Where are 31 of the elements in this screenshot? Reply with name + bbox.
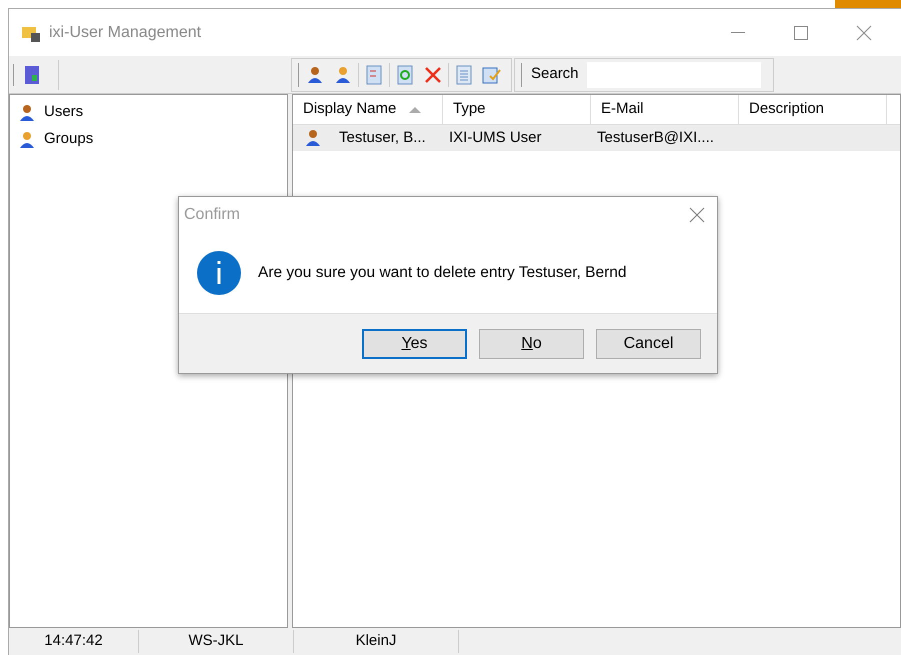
status-text: WS-JKL	[139, 630, 294, 653]
info-icon	[196, 250, 242, 296]
status-text: 14:47:42	[9, 630, 139, 653]
close-icon	[856, 24, 872, 40]
table-cell-text: TestuserB@IXI....	[596, 128, 715, 148]
tree-item[interactable]: Users	[44, 101, 84, 124]
person-icon	[304, 129, 322, 147]
people-icon	[334, 66, 352, 84]
table-cell-text: IXI-UMS User	[448, 128, 543, 148]
search-label: Search	[531, 64, 579, 84]
person-icon	[18, 104, 36, 122]
dialog-message: Are you sure you want to delete entry Testuser, Bernd	[258, 263, 626, 284]
column-header[interactable]: Description	[739, 95, 887, 124]
table-cell-text: Testuser, B...	[338, 128, 427, 148]
dialog-button[interactable]: Cancel	[596, 328, 701, 358]
maximize-icon	[794, 26, 808, 40]
table-row[interactable]: Testuser, B... IXI-UMS User TestuserB@IXI....	[293, 125, 900, 151]
column-header[interactable]: E-Mail	[591, 95, 739, 124]
dialog-title: Confirm	[184, 205, 240, 225]
status-text: KleinJ	[294, 630, 459, 653]
dialog-button[interactable]: No	[479, 328, 584, 358]
minimize-icon	[731, 32, 745, 34]
column-header[interactable]: Display Name	[293, 95, 443, 124]
person-icon	[306, 66, 324, 84]
dialog-button[interactable]: Yes	[362, 328, 467, 358]
column-header[interactable]: Type	[443, 95, 591, 124]
tree-item[interactable]: Groups	[44, 128, 94, 151]
close-icon	[689, 207, 705, 223]
people-icon	[18, 130, 36, 148]
taskbar-strip	[835, 0, 901, 8]
window-title: ixi-User Management	[49, 22, 202, 42]
